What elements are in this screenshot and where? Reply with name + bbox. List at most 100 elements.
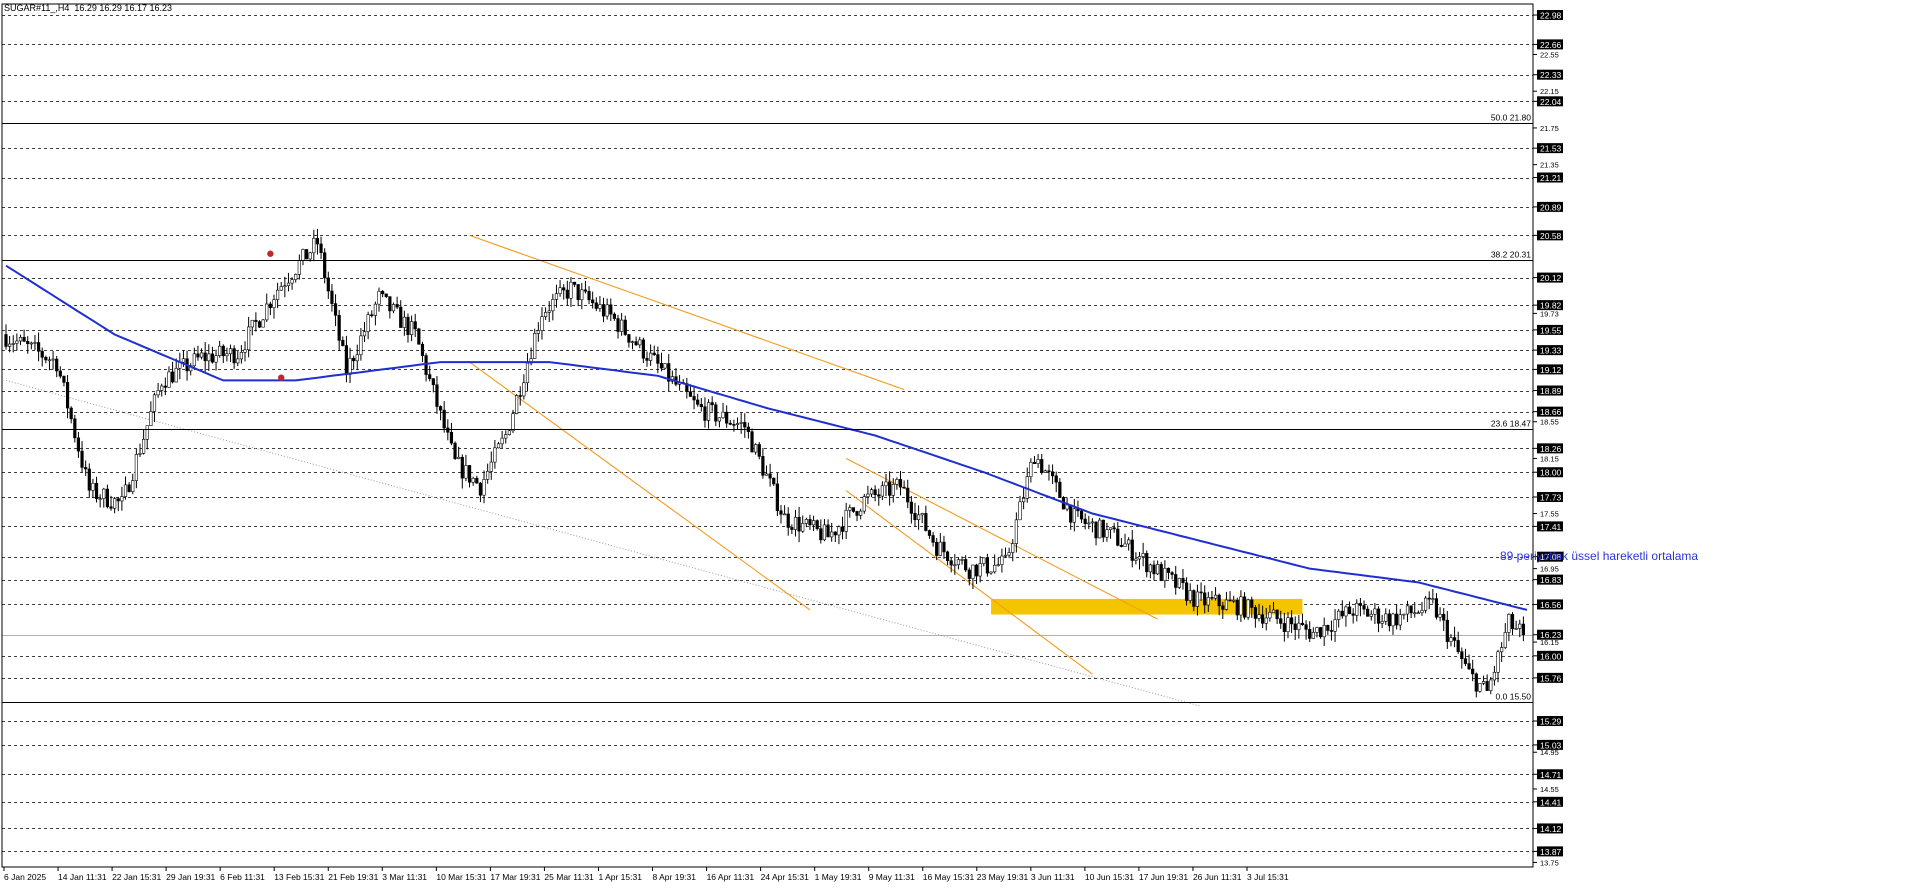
candle-body xyxy=(388,296,392,312)
candle-body xyxy=(739,422,743,424)
candle-body xyxy=(250,319,254,328)
x-tick-label: 16 May 15:31 xyxy=(923,872,975,882)
candle-body xyxy=(1326,624,1330,631)
candle-body xyxy=(377,290,381,305)
candle-body xyxy=(33,342,37,344)
candle-body xyxy=(1347,606,1352,615)
candle-body xyxy=(330,290,334,304)
candle-body xyxy=(725,411,729,424)
y-tick-label: 22.04 xyxy=(1540,97,1562,107)
candle-body xyxy=(507,430,511,435)
candle-body xyxy=(1518,623,1522,629)
candle-body xyxy=(826,524,830,538)
candle-body xyxy=(562,287,566,291)
x-tick-label: 17 Mar 19:31 xyxy=(490,872,540,882)
price-chart[interactable]: 50.0 21.8038.2 20.3123.6 18.470.0 15.50 … xyxy=(0,0,1916,888)
x-tick-label: 25 Mar 11:31 xyxy=(544,872,594,882)
candle-body xyxy=(1424,597,1428,611)
candle-body xyxy=(851,507,856,512)
candle-body xyxy=(1431,598,1435,600)
candle-body xyxy=(142,438,146,454)
candle-body xyxy=(192,353,196,367)
candle-body xyxy=(120,496,124,502)
candle-body xyxy=(692,396,696,401)
candle-body xyxy=(500,437,504,445)
y-tick-label: 18.00 xyxy=(1540,468,1562,478)
candle-body xyxy=(149,411,153,427)
candle-body xyxy=(1232,599,1236,602)
candle-body xyxy=(659,363,664,369)
candle-body xyxy=(123,484,128,497)
candle-body xyxy=(1279,618,1283,624)
candle-body xyxy=(236,358,240,364)
candle-body xyxy=(1413,612,1417,615)
candle-body xyxy=(478,482,483,496)
candle-body xyxy=(1228,599,1232,602)
y-tick-label: 16.00 xyxy=(1540,651,1562,661)
candle-body xyxy=(898,479,903,488)
candle-body xyxy=(1373,608,1377,615)
x-tick-label: 1 Apr 15:31 xyxy=(598,872,642,882)
candle-body xyxy=(475,477,479,484)
candle-body xyxy=(460,456,464,479)
candle-body xyxy=(1224,599,1229,610)
candle-body xyxy=(286,282,291,287)
y-tick-label: 19.33 xyxy=(1540,346,1562,356)
candle-body xyxy=(1467,663,1471,670)
candle-body xyxy=(265,303,269,321)
candle-body xyxy=(1261,614,1265,624)
candle-body xyxy=(355,354,359,362)
candle-body xyxy=(1101,519,1105,538)
candle-body xyxy=(743,422,747,428)
candle-body xyxy=(482,479,486,496)
candle-body xyxy=(1239,596,1243,616)
candle-body xyxy=(1503,632,1507,648)
candle-body xyxy=(1293,623,1297,630)
candle-body xyxy=(1456,640,1460,652)
candle-body xyxy=(1242,596,1247,618)
candle-body xyxy=(540,316,544,331)
candle-body xyxy=(1170,572,1174,575)
candle-body xyxy=(920,513,924,516)
y-tick-label: 21.35 xyxy=(1540,161,1559,170)
candle-body xyxy=(1358,603,1363,606)
y-tick-label: 19.73 xyxy=(1540,309,1559,318)
y-tick-label: 20.58 xyxy=(1540,231,1562,241)
candle-body xyxy=(1108,527,1113,530)
candle-body xyxy=(373,303,377,316)
x-tick-label: 8 Apr 19:31 xyxy=(653,872,697,882)
candle-body xyxy=(304,249,309,260)
candle-body xyxy=(815,520,819,529)
chart-area[interactable]: 50.0 21.80 38.2 20.31 23.6 18.47 0.0 15.50 … xyxy=(0,0,1916,888)
candle-body xyxy=(953,564,957,567)
y-tick-label: 19.12 xyxy=(1540,365,1562,375)
candle-body xyxy=(801,523,805,532)
x-tick-label: 23 May 19:31 xyxy=(977,872,1029,882)
candle-body xyxy=(283,285,287,288)
candle-body xyxy=(69,407,73,420)
candle-body xyxy=(1308,629,1312,639)
candle-body xyxy=(290,279,294,284)
candle-body xyxy=(924,513,928,531)
candle-body xyxy=(1003,554,1008,557)
candle-body xyxy=(333,303,338,316)
candle-body xyxy=(1159,564,1163,581)
y-tick-label: 18.89 xyxy=(1540,386,1562,396)
candle-body xyxy=(772,477,776,485)
candle-body xyxy=(272,299,276,308)
candle-body xyxy=(1333,619,1337,632)
candle-body xyxy=(51,358,55,361)
candle-body xyxy=(1011,543,1015,553)
candle-body xyxy=(993,564,997,573)
candle-body xyxy=(218,345,222,356)
candle-body xyxy=(370,314,374,317)
candle-body xyxy=(163,385,167,388)
candle-body xyxy=(1119,545,1123,547)
candle-body xyxy=(554,293,559,300)
candle-body xyxy=(105,488,109,508)
candle-body xyxy=(620,319,624,332)
candle-body xyxy=(884,481,888,487)
x-tick-label: 10 Jun 15:31 xyxy=(1085,872,1134,882)
candle-body xyxy=(830,531,834,538)
candle-body xyxy=(337,314,341,341)
